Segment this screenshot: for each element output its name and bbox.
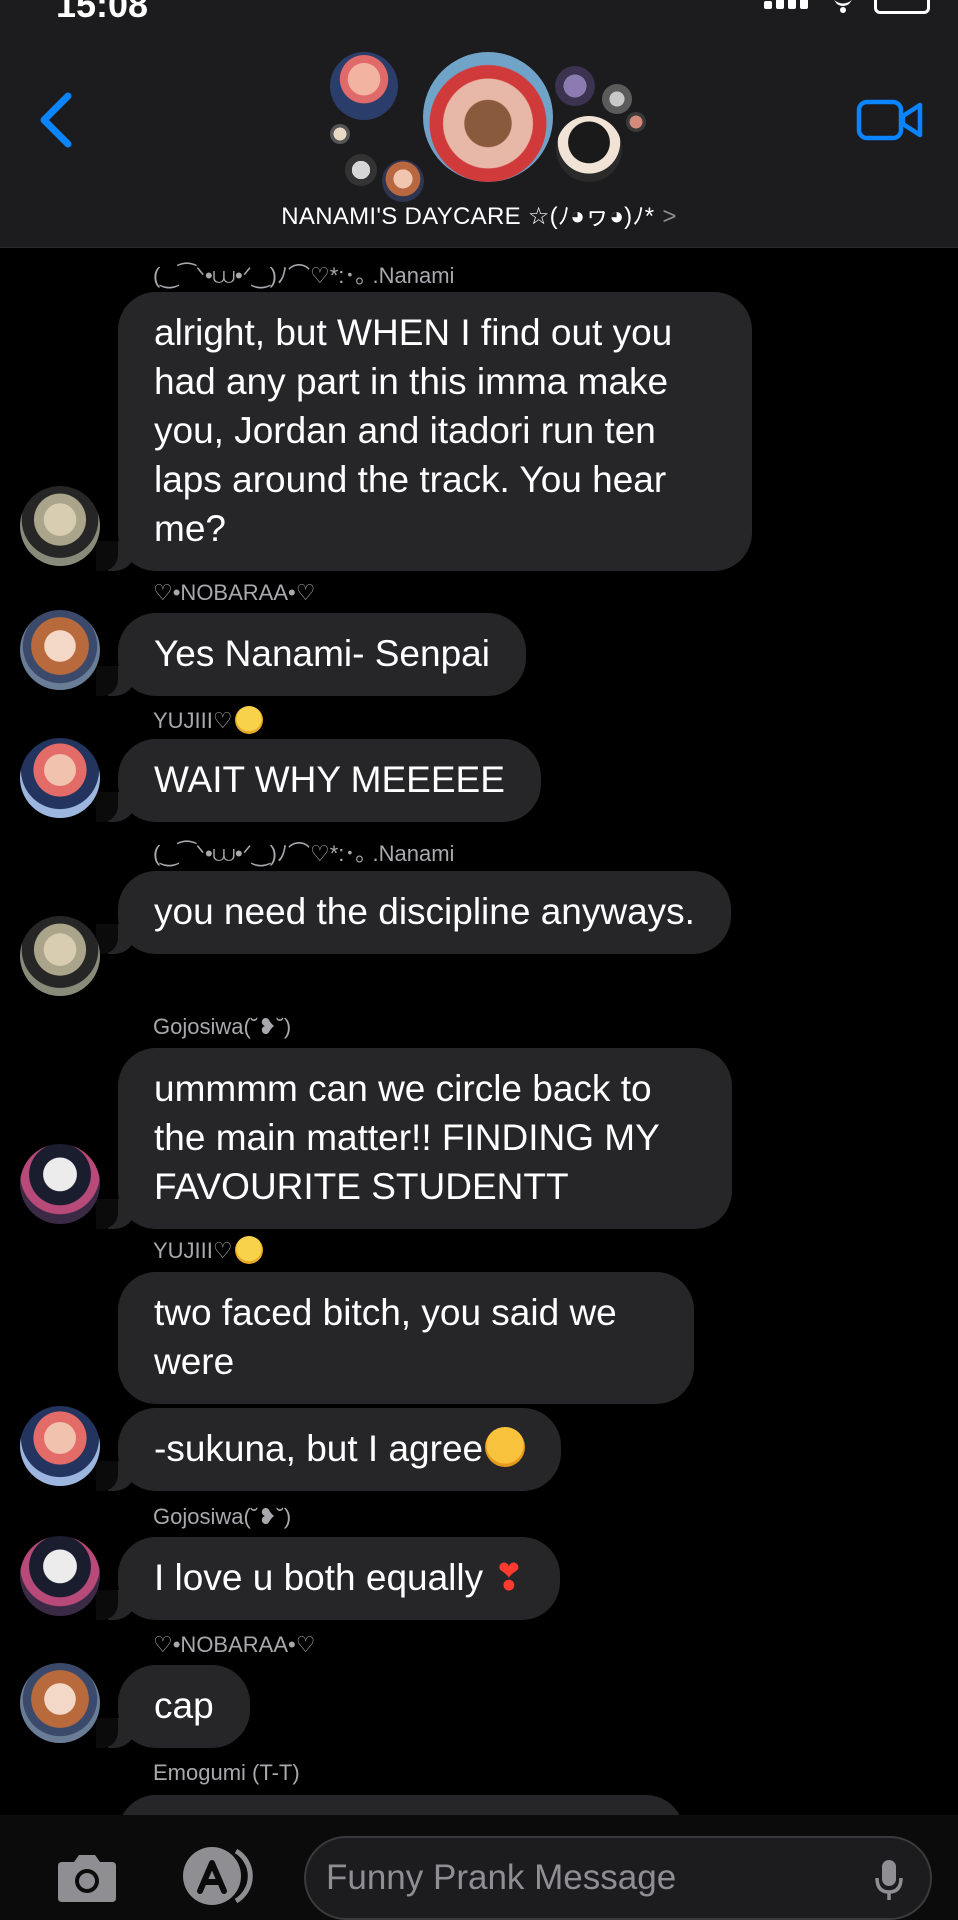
- sender-name: ♡•NOBARAA•♡: [153, 580, 316, 605]
- chevron-left-icon: [40, 92, 72, 148]
- cellular-signal-icon: [764, 0, 812, 14]
- group-member-avatar: [556, 116, 622, 182]
- message-bubble[interactable]: WAIT WHY MEEEEE: [96, 739, 541, 822]
- camera-button[interactable]: [52, 1852, 122, 1904]
- message-bubble[interactable]: -sukuna, but I agree: [95, 1408, 562, 1491]
- message-bubble[interactable]: [118, 1795, 684, 1815]
- sender-name: YUJIII♡: [153, 706, 263, 734]
- video-call-button[interactable]: [856, 96, 924, 144]
- message-text: you need the discipline anyways.: [154, 891, 695, 932]
- message-text: WAIT WHY MEEEEE: [154, 759, 505, 800]
- video-camera-icon: [856, 99, 923, 141]
- conversation-header: NANAMI'S DAYCARE ☆(ﾉ◕ヮ◕)ﾉ* >: [0, 30, 958, 248]
- message-bubble[interactable]: Yes Nanami- Senpai: [96, 613, 526, 696]
- pleading-face-emoji: [234, 706, 263, 734]
- status-bar: 15:08: [0, 0, 958, 30]
- group-member-avatar: [626, 112, 646, 132]
- group-member-avatar: [602, 84, 632, 114]
- status-time: 15:08: [56, 0, 149, 25]
- avatar-gojo[interactable]: [20, 1144, 100, 1224]
- message-input[interactable]: [326, 1848, 846, 1908]
- microphone-icon: [875, 1860, 903, 1900]
- group-member-avatar: [555, 66, 595, 106]
- wifi-icon: [834, 0, 852, 13]
- sender-name: YUJIII♡: [153, 1236, 263, 1264]
- group-member-avatar: [423, 52, 553, 182]
- chevron-right-icon: >: [662, 203, 677, 230]
- avatar-yuji[interactable]: [20, 738, 100, 818]
- app-store-button[interactable]: [178, 1845, 260, 1907]
- sender-name: ♡•NOBARAA•♡: [153, 1632, 316, 1657]
- message-text: -sukuna, but I agree: [154, 1428, 484, 1469]
- sender-name: Gojosiwa(˘❥˘): [153, 1504, 292, 1529]
- group-member-avatar: [330, 52, 398, 120]
- group-member-avatar: [345, 154, 377, 186]
- angry-face-emoji: [485, 1427, 526, 1467]
- pleading-face-emoji: [234, 1236, 263, 1264]
- dictation-button[interactable]: [874, 1858, 904, 1902]
- heart-exclamation-emoji: ❣: [493, 1557, 525, 1598]
- message-text: Yes Nanami- Senpai: [154, 633, 490, 674]
- avatar-nanami[interactable]: [20, 486, 100, 566]
- message-bubble[interactable]: cap: [96, 1665, 250, 1748]
- message-input-bar: [0, 1815, 958, 1920]
- message-text: ummmm can we circle back to the main mat…: [154, 1068, 660, 1207]
- group-name-button[interactable]: NANAMI'S DAYCARE ☆(ﾉ◕ヮ◕)ﾉ* >: [0, 196, 958, 231]
- message-field[interactable]: [304, 1836, 932, 1920]
- sender-name: Emogumi (T-T): [153, 1760, 300, 1785]
- group-member-avatar: [330, 124, 350, 144]
- message-text: cap: [154, 1685, 214, 1726]
- avatar-yuji[interactable]: [20, 1406, 100, 1486]
- camera-icon: [58, 1855, 116, 1902]
- app-store-icon: [183, 1847, 253, 1905]
- sender-name: Gojosiwa(˘❥˘): [153, 1014, 292, 1039]
- status-icons: [764, 0, 930, 14]
- sender-name: (‿⁀ᐠ•⩊•ᐟ‿)ﾉ⌒♡*:･｡ .Nanami: [153, 263, 455, 288]
- group-name: NANAMI'S DAYCARE ☆(ﾉ◕ヮ◕)ﾉ*: [281, 203, 655, 230]
- avatar-nobara[interactable]: [20, 1663, 100, 1743]
- sender-name: (‿⁀ᐠ•⩊•ᐟ‿)ﾉ⌒♡*:･｡ .Nanami: [153, 841, 455, 866]
- message-text: I love u both equally: [154, 1557, 484, 1598]
- battery-icon: [874, 0, 930, 14]
- message-list[interactable]: (‿⁀ᐠ•⩊•ᐟ‿)ﾉ⌒♡*:･｡ .Nanami alright, but W…: [0, 250, 958, 1815]
- avatar-nobara[interactable]: [20, 610, 100, 690]
- message-text: alright, but WHEN I find out you had any…: [154, 312, 673, 549]
- message-bubble[interactable]: alright, but WHEN I find out you had any…: [96, 292, 752, 571]
- message-bubble[interactable]: I love u both equally ❣: [95, 1537, 561, 1620]
- message-text: two faced bitch, you said we were: [154, 1292, 617, 1382]
- back-button[interactable]: [34, 88, 84, 152]
- avatar-nanami[interactable]: [20, 916, 100, 996]
- avatar-gojo[interactable]: [20, 1536, 100, 1616]
- message-bubble[interactable]: ummmm can we circle back to the main mat…: [96, 1048, 732, 1229]
- message-bubble[interactable]: you need the discipline anyways.: [96, 871, 731, 954]
- message-bubble[interactable]: two faced bitch, you said we were: [118, 1272, 694, 1404]
